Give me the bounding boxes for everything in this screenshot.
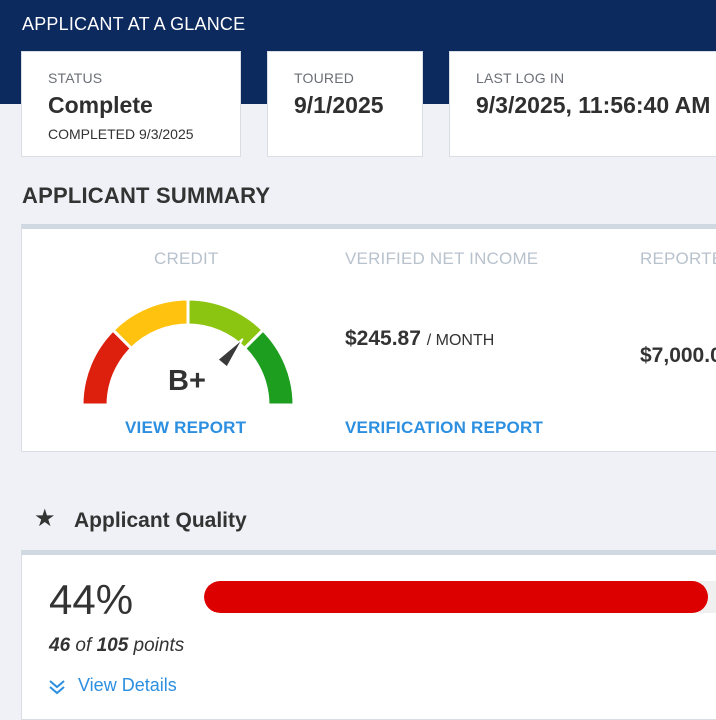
banner-title: APPLICANT AT A GLANCE [22,14,246,34]
income-amount: $245.87 [345,327,421,350]
toured-label: TOURED [294,70,355,86]
last-login-value: 9/3/2025, 11:56:40 AM [476,92,711,118]
double-chevron-down-icon [49,680,65,695]
quality-progress-fill [204,581,708,613]
quality-progress-bar [204,581,716,613]
status-card: STATUS Complete COMPLETED 9/3/2025 [21,51,241,157]
points-unit: points [133,635,185,656]
status-value: Complete [48,92,153,118]
applicant-summary-card: CREDIT VERIFIED NET INCOME REPORTED B+ $… [21,224,716,452]
last-login-card: LAST LOG IN 9/3/2025, 11:56:40 AM [449,51,716,157]
points-earned: 46 [49,635,71,656]
quality-percent: 44% [49,576,134,623]
credit-grade: B+ [168,365,206,397]
toured-card: TOURED 9/1/2025 [267,51,423,157]
gauge-needle [216,338,244,369]
credit-heading: CREDIT [154,249,219,268]
reported-heading: REPORTED [640,249,716,268]
gauge-segment-yellow [110,297,190,351]
income-amount-line: $245.87 / MONTH [345,327,494,351]
gauge-segment-green [242,327,296,407]
star-icon: ★ [34,505,56,532]
verification-report-link[interactable]: VERIFICATION REPORT [345,418,543,438]
income-heading: VERIFIED NET INCOME [345,249,539,268]
points-total: 105 [96,635,129,656]
last-login-label: LAST LOG IN [476,70,565,86]
status-completed-date: COMPLETED 9/3/2025 [48,126,194,142]
gauge-needle-icon [216,338,244,369]
points-of: of [75,635,92,656]
quality-points: 46 of 105 points [49,635,184,657]
status-label: STATUS [48,70,103,86]
toured-value: 9/1/2025 [294,92,384,118]
view-details-label: View Details [78,675,177,695]
view-report-link[interactable]: VIEW REPORT [125,418,246,438]
applicant-quality-title: Applicant Quality [74,509,247,532]
reported-amount: $7,000.00 [640,344,716,367]
applicant-summary-title: APPLICANT SUMMARY [22,183,271,208]
applicant-quality-card: 44% 46 of 105 points View Details [21,550,716,720]
income-unit: / MONTH [426,332,495,349]
